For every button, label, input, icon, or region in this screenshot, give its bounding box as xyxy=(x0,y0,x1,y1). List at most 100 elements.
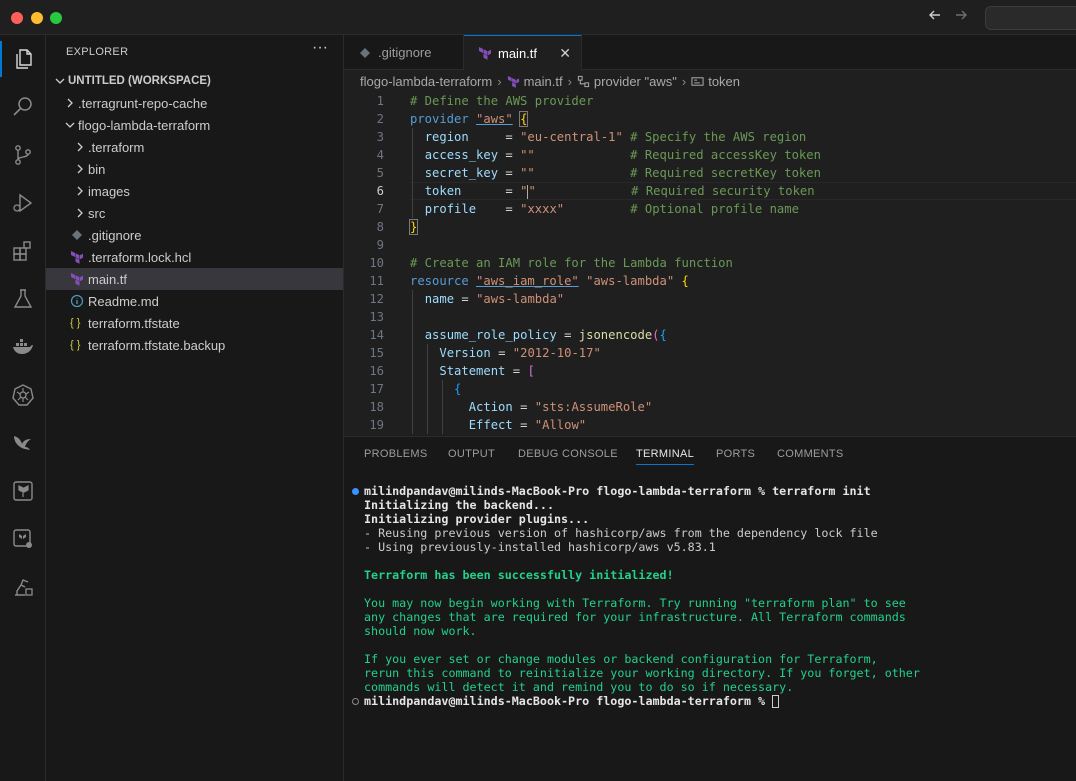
tree-folder[interactable]: images xyxy=(46,180,343,202)
tab-main-tf[interactable]: main.tf ✕ xyxy=(464,35,582,70)
terminal-line: commands will detect it and remind you t… xyxy=(364,680,794,694)
terraform-file-icon xyxy=(70,271,88,287)
flogo-bird-icon[interactable] xyxy=(0,425,46,461)
tree-folder[interactable]: flogo-lambda-terraform xyxy=(46,114,343,136)
chevron-right-icon xyxy=(72,161,88,177)
terraform-icon[interactable] xyxy=(0,473,46,509)
terminal-prompt[interactable]: milindpandav@milinds-MacBook-Pro flogo-l… xyxy=(364,694,780,708)
info-icon xyxy=(70,293,88,309)
tree-item-label: terraform.tfstate xyxy=(88,315,180,331)
tree-file[interactable]: { } terraform.tfstate.backup xyxy=(46,334,343,356)
breadcrumb-file[interactable]: main.tf xyxy=(524,74,563,89)
tab-gitignore[interactable]: .gitignore xyxy=(344,35,464,70)
title-bar xyxy=(0,0,1076,35)
breadcrumb: flogo-lambda-terraform › main.tf › provi… xyxy=(344,70,1076,92)
chevron-right-icon xyxy=(62,95,78,111)
chevron-right-icon xyxy=(72,139,88,155)
back-arrow-icon[interactable] xyxy=(928,8,942,27)
terminal-line: should now work. xyxy=(364,624,477,638)
symbol-structure-icon xyxy=(577,75,590,88)
extensions-icon[interactable] xyxy=(0,233,46,269)
code-line: 19 Effect = "Allow" xyxy=(369,416,587,434)
terminal-line: rerun this command to reinitialize your … xyxy=(364,666,920,680)
tree-folder[interactable]: src xyxy=(46,202,343,224)
tree-file-selected[interactable]: main.tf xyxy=(46,268,343,290)
symbol-key-icon xyxy=(691,75,704,88)
activity-bar xyxy=(0,35,46,781)
tree-file[interactable]: .terraform.lock.hcl xyxy=(46,246,343,268)
tree-item-label: bin xyxy=(88,161,106,177)
breadcrumb-folder[interactable]: flogo-lambda-terraform xyxy=(360,74,492,89)
terminal-line: You may now begin working with Terraform… xyxy=(364,596,906,610)
terraform-cloud-icon[interactable] xyxy=(0,521,46,557)
command-idle-decoration[interactable] xyxy=(352,698,359,705)
window-maximize-button[interactable] xyxy=(50,12,62,24)
chevron-right-icon: › xyxy=(567,73,572,89)
chevron-right-icon xyxy=(72,205,88,221)
tab-terminal[interactable]: TERMINAL xyxy=(636,448,695,465)
remote-robot-icon[interactable] xyxy=(0,569,46,605)
tree-folder[interactable]: bin xyxy=(46,158,343,180)
terminal-line: any changes that are required for your i… xyxy=(364,610,906,624)
code-line: 3 region = "eu-central-1" # Specify the … xyxy=(376,128,807,146)
tab-ports[interactable]: PORTS xyxy=(716,448,755,464)
docker-icon[interactable] xyxy=(0,329,46,365)
search-icon[interactable] xyxy=(0,89,46,125)
tree-folder[interactable]: .terraform xyxy=(46,136,343,158)
terminal-cursor xyxy=(772,695,780,708)
kubernetes-icon[interactable] xyxy=(0,377,46,413)
tree-item-label: flogo-lambda-terraform xyxy=(78,117,211,133)
tab-problems[interactable]: PROBLEMS xyxy=(364,448,428,464)
tree-item-label: terraform.tfstate.backup xyxy=(88,337,226,353)
explorer-title: EXPLORER xyxy=(66,46,129,58)
tree-item-label: main.tf xyxy=(88,271,128,287)
chevron-right-icon: › xyxy=(497,73,502,89)
breadcrumb-attribute[interactable]: token xyxy=(708,74,740,89)
tab-debug-console[interactable]: DEBUG CONSOLE xyxy=(518,448,618,464)
terminal-line: Initializing provider plugins... xyxy=(364,512,590,526)
explorer-icon[interactable] xyxy=(0,41,46,77)
code-line: 10 # Create an IAM role for the Lambda fu… xyxy=(369,256,733,270)
terraform-file-icon xyxy=(479,47,491,60)
tree-file[interactable]: .gitignore xyxy=(46,224,343,246)
code-line: 1 # Define the AWS provider xyxy=(376,94,594,108)
terminal-prompt-text: milindpandav@milinds-MacBook-Pro flogo-l… xyxy=(364,694,773,708)
code-line: 14 assume_role_policy = jsonencode({ xyxy=(369,326,667,344)
chevron-right-icon xyxy=(72,183,88,199)
json-braces-icon: { } xyxy=(70,339,81,351)
tree-file[interactable]: Readme.md xyxy=(46,290,343,312)
testing-flask-icon[interactable] xyxy=(0,281,46,317)
terminal-line: If you ever set or change modules or bac… xyxy=(364,652,878,666)
code-editor[interactable]: 1 # Define the AWS provider 2 provider "aw… xyxy=(344,92,1076,436)
chevron-down-icon xyxy=(52,73,68,89)
workspace-title: UNTITLED (WORKSPACE) xyxy=(68,75,211,87)
explorer-sidebar: EXPLORER ··· UNTITLED (WORKSPACE) .terra… xyxy=(46,35,344,781)
code-line: 7 profile = "xxxx" # Optional profile na… xyxy=(376,200,799,218)
code-line: 15 Version = "2012-10-17" xyxy=(369,344,601,362)
window-minimize-button[interactable] xyxy=(31,12,43,24)
tab-label: .gitignore xyxy=(378,45,432,60)
more-actions-icon[interactable]: ··· xyxy=(312,39,328,57)
json-braces-icon: { } xyxy=(70,317,81,329)
workspace-root[interactable]: UNTITLED (WORKSPACE) xyxy=(46,70,343,92)
tab-comments[interactable]: COMMENTS xyxy=(777,448,844,464)
close-icon[interactable]: ✕ xyxy=(559,45,571,62)
source-control-icon[interactable] xyxy=(0,137,46,173)
tree-item-label: images xyxy=(88,183,130,199)
code-line: 17 { xyxy=(369,380,462,398)
code-line-current: 6 token = "" # Required security token xyxy=(344,182,1076,200)
tree-folder[interactable]: .terragrunt-repo-cache xyxy=(46,92,343,114)
chevron-right-icon: › xyxy=(681,73,687,89)
command-success-decoration[interactable] xyxy=(352,488,359,495)
window-close-button[interactable] xyxy=(11,12,23,24)
bottom-panel: PROBLEMS OUTPUT DEBUG CONSOLE TERMINAL P… xyxy=(344,436,1076,781)
code-line: 11 resource "aws_iam_role" "aws-lambda" { xyxy=(369,274,689,288)
run-debug-icon[interactable] xyxy=(0,185,46,221)
tree-file[interactable]: { } terraform.tfstate xyxy=(46,312,343,334)
git-diamond-icon xyxy=(70,227,88,243)
forward-arrow-icon[interactable] xyxy=(954,8,968,27)
command-center-search[interactable] xyxy=(985,6,1076,30)
tree-item-label: .terragrunt-repo-cache xyxy=(78,95,208,111)
tab-output[interactable]: OUTPUT xyxy=(448,448,495,464)
breadcrumb-block[interactable]: provider "aws" xyxy=(594,74,677,89)
